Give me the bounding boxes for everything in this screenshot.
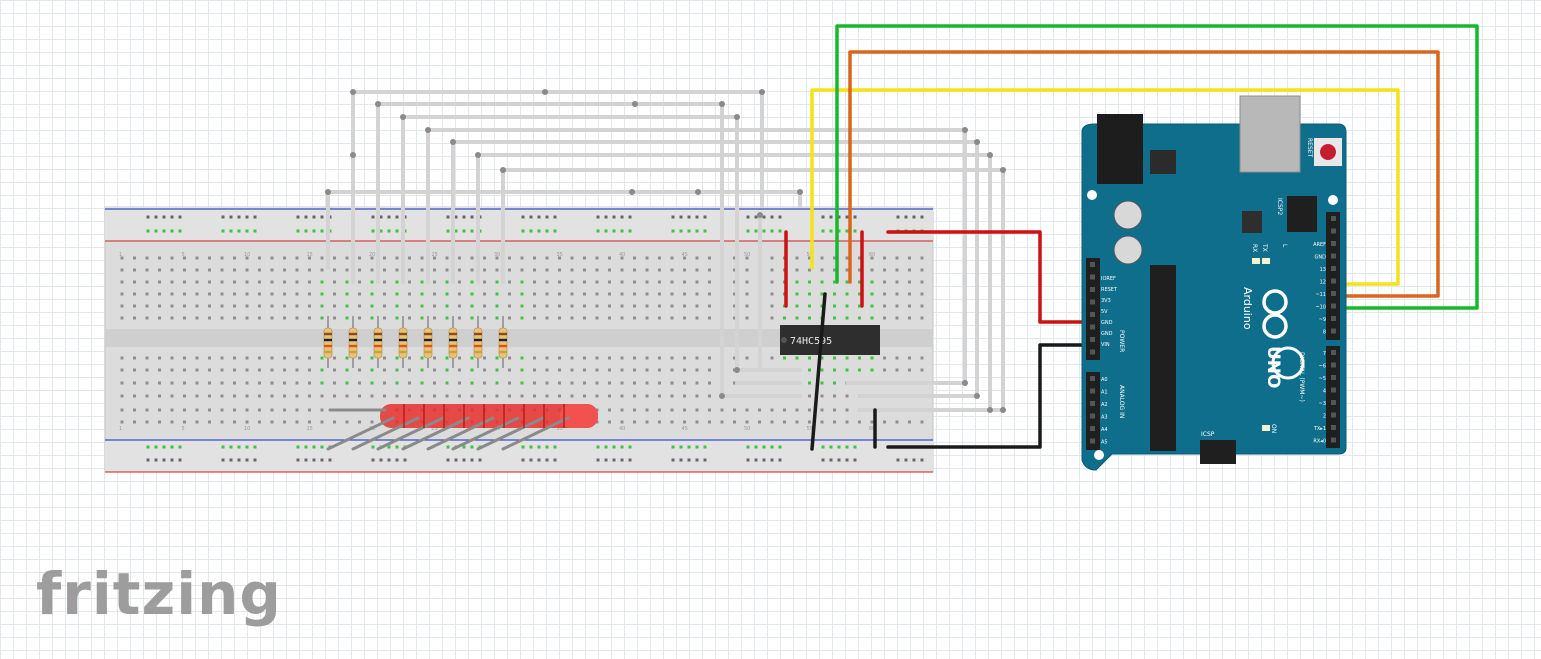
column-number: 40	[619, 426, 625, 432]
reset-label: RESET	[1306, 138, 1313, 158]
digital-pin-label: GND	[1315, 255, 1327, 261]
analog-pin-label: A4	[1101, 427, 1108, 433]
regulator	[1150, 150, 1176, 174]
power-label: POWER	[1118, 330, 1125, 352]
fritzing-logo: fritzing	[36, 560, 282, 628]
power-pin-label: GND	[1101, 331, 1113, 337]
tx-label: TX	[1261, 243, 1268, 252]
on-label: ON	[1270, 424, 1277, 433]
digital-pin-label: ~10	[1315, 305, 1326, 311]
column-number: 60	[869, 252, 875, 258]
digital-pin-label: TX▸1	[1313, 426, 1326, 432]
arduino-brand: Arduino	[1241, 287, 1254, 330]
shift-register-74hc595: 74HC595	[780, 325, 880, 355]
rx-label: RX	[1251, 244, 1258, 252]
column-number: 5	[182, 252, 185, 258]
power-pin-label: GND	[1101, 320, 1113, 326]
ic-label: 74HC595	[790, 336, 832, 347]
power-pin-label: 5V	[1101, 309, 1108, 315]
icsp-header	[1200, 440, 1236, 464]
power-pin-label: 3V3	[1101, 298, 1111, 304]
digital-pin-label: 7	[1323, 351, 1326, 357]
arduino-model: UNO	[1263, 346, 1283, 388]
column-number: 40	[619, 252, 625, 258]
column-number: 15	[307, 426, 313, 432]
power-pin-label: RESET	[1101, 287, 1118, 293]
analog-pin-label: A5	[1101, 440, 1108, 446]
digital-pin-label: 13	[1320, 267, 1326, 273]
digital-pin-label: 8	[1323, 330, 1326, 336]
column-number: 50	[744, 426, 750, 432]
atmega-chip	[1150, 265, 1176, 451]
column-number: 25	[432, 252, 438, 258]
column-number: 20	[369, 252, 375, 258]
icsp2-label: ICSP2	[1276, 198, 1283, 215]
power-pin-label: VIN	[1101, 342, 1110, 348]
column-number: 45	[682, 252, 688, 258]
digital-header-bottom	[1326, 346, 1340, 448]
digital-pin-label: ~6	[1319, 364, 1326, 370]
analog-header	[1086, 372, 1100, 450]
digital-pin-label: 12	[1320, 280, 1326, 286]
dc-jack	[1097, 114, 1143, 184]
digital-pin-label: 2	[1323, 414, 1326, 420]
column-number: 1	[119, 252, 122, 258]
column-number: 30	[494, 252, 500, 258]
icsp-label: ICSP	[1201, 431, 1215, 438]
column-number: 10	[244, 426, 250, 432]
power-pin-label: IOREF	[1101, 276, 1116, 282]
power-header	[1086, 258, 1100, 360]
analog-pin-label: A1	[1101, 390, 1108, 396]
analog-label: ANALOG IN	[1118, 385, 1125, 418]
analog-pin-label: A2	[1101, 402, 1108, 408]
digital-pin-label: AREF	[1313, 242, 1326, 248]
column-number: 10	[244, 252, 250, 258]
column-number: 35	[557, 252, 563, 258]
digital-pin-label: ~5	[1319, 376, 1326, 382]
column-number: 45	[682, 426, 688, 432]
digital-pin-label: ~11	[1315, 292, 1326, 298]
icsp2-header	[1287, 196, 1317, 232]
digital-pin-label: 4	[1323, 389, 1326, 395]
arduino-uno: Arduino UNO RESET ICSP2 ICSP ON TX RX L …	[1081, 95, 1347, 471]
analog-pin-label: A0	[1101, 377, 1108, 383]
usb-port	[1239, 95, 1301, 173]
column-number: 50	[744, 252, 750, 258]
analog-pin-label: A3	[1101, 415, 1108, 421]
column-number: 5	[182, 426, 185, 432]
column-number: 1	[119, 426, 122, 432]
column-number: 15	[307, 252, 313, 258]
digital-label: DIGITAL (PWM~)	[1298, 352, 1305, 402]
digital-pin-label: RX◂0	[1313, 439, 1326, 445]
digital-pin-label: ~3	[1319, 401, 1326, 407]
digital-pin-label: ~9	[1319, 317, 1326, 323]
